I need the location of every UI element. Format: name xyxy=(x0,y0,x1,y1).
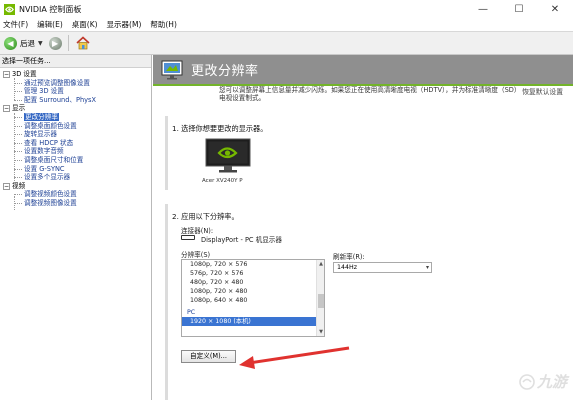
section1-title: 1. 选择你想要更改的显示器。 xyxy=(172,124,268,133)
resolution-option[interactable]: 1080p, 720 × 480 xyxy=(182,287,324,296)
scroll-thumb[interactable] xyxy=(318,294,324,308)
tree-item[interactable]: 调整桌面尺寸和位置 xyxy=(0,156,151,165)
section2-title: 2. 应用以下分辨率。 xyxy=(172,212,239,221)
menu-edit[interactable]: 编辑(E) xyxy=(37,19,63,30)
collapse-icon[interactable]: − xyxy=(3,182,10,190)
title-bar: NVIDIA 控制面板 — ☐ ✕ xyxy=(0,0,573,18)
tree-label: 查看 HDCP 状态 xyxy=(24,138,74,147)
resolution-scrollbar[interactable]: ▲ ▼ xyxy=(316,260,324,336)
menu-file[interactable]: 文件(F) xyxy=(3,19,28,30)
resolution-option[interactable]: 576p, 720 × 576 xyxy=(182,269,324,278)
tree-item[interactable]: 设置多个显示器 xyxy=(0,173,151,182)
minimize-button[interactable]: — xyxy=(465,0,501,18)
nvidia-logo-icon xyxy=(4,3,15,15)
resolution-option[interactable]: 1080p, 720 × 576 xyxy=(182,260,324,269)
tree-label: 更改分辨率 xyxy=(24,112,59,121)
watermark-text: 九游 xyxy=(536,373,567,391)
annotation-arrow-icon xyxy=(239,346,350,369)
back-dropdown-icon[interactable]: ▼ xyxy=(38,40,43,47)
back-button[interactable]: 后退 xyxy=(20,38,35,49)
tree-label: 3D 设置 xyxy=(12,70,37,78)
monitor-icon[interactable] xyxy=(205,138,251,174)
tree-label: 通过预览调整图像设置 xyxy=(24,78,90,87)
jiuyou-logo-icon xyxy=(519,373,535,390)
section-bar xyxy=(165,204,168,400)
home-icon[interactable] xyxy=(75,35,91,51)
select-display-section: 1. 选择你想要更改的显示器。 Acer XV240Y P xyxy=(165,116,521,190)
resolution-list[interactable]: 1080p, 720 × 576 576p, 720 × 576 480p, 720… xyxy=(181,259,325,337)
tree-item[interactable]: 调整视频图像设置 xyxy=(0,199,151,208)
refresh-rate-select[interactable]: 144Hz ▾ xyxy=(333,262,432,273)
scroll-up-icon[interactable]: ▲ xyxy=(317,260,324,268)
tree-label: 调整桌面颜色设置 xyxy=(24,121,77,130)
chevron-down-icon: ▾ xyxy=(425,264,429,271)
forward-arrow-icon[interactable]: ▶ xyxy=(48,36,62,50)
resolution-label: 分辨率(S) xyxy=(181,251,211,259)
toolbar: ◀ 后退 ▼ ▶ xyxy=(0,31,573,55)
tree-item[interactable]: 设置数字音频 xyxy=(0,147,151,156)
maximize-button[interactable]: ☐ xyxy=(501,0,537,18)
tree-item[interactable]: 管理 3D 设置 xyxy=(0,87,151,96)
resolution-option[interactable]: 1080p, 640 × 480 xyxy=(182,296,324,305)
customize-button[interactable]: 自定义(M)... xyxy=(181,350,236,363)
resolution-option[interactable]: 480p, 720 × 480 xyxy=(182,278,324,287)
window-title: NVIDIA 控制面板 xyxy=(19,4,82,14)
tree-label: 调整视频图像设置 xyxy=(24,198,77,207)
refresh-rate-value: 144Hz xyxy=(337,264,358,271)
menu-bar: 文件(F) 编辑(E) 桌面(K) 显示器(M) 帮助(H) xyxy=(0,18,573,31)
refresh-rate-label: 刷新率(R): xyxy=(333,253,365,261)
tree-item[interactable]: 旋转显示器 xyxy=(0,130,151,139)
menu-help[interactable]: 帮助(H) xyxy=(150,19,177,30)
displayport-icon xyxy=(181,235,195,240)
tree-label: 调整桌面尺寸和位置 xyxy=(24,155,84,164)
page-description: 您可以调整屏幕上信息量并减少闪烁。如果您正在使用高清晰度电视（HDTV），并为标… xyxy=(219,86,518,103)
tree-label: 管理 3D 设置 xyxy=(24,87,64,96)
tree-item[interactable]: 调整桌面颜色设置 xyxy=(0,122,151,131)
display-settings-icon xyxy=(161,60,183,79)
scroll-down-icon[interactable]: ▼ xyxy=(317,328,324,336)
page-title: 更改分辨率 xyxy=(191,64,259,79)
tree-item[interactable]: 设置 G-SYNC xyxy=(0,165,151,174)
tree-label: 调整视频颜色设置 xyxy=(24,190,77,199)
monitor-name: Acer XV240Y P xyxy=(202,178,243,184)
page-header: 更改分辨率 xyxy=(153,55,573,86)
tree-item[interactable]: 调整视频颜色设置 xyxy=(0,190,151,199)
apply-resolution-section: 2. 应用以下分辨率。 连接器(N): DisplayPort - PC 机显示… xyxy=(165,204,521,400)
tree-label: 配置 Surround、PhysX xyxy=(24,95,96,104)
restore-defaults-link[interactable]: 恢复默认设置 xyxy=(522,86,563,96)
connector-value: DisplayPort - PC 机显示器 xyxy=(201,236,282,244)
tree-category[interactable]: − 显示 xyxy=(0,104,151,113)
task-tree: −3D 设置 通过预览调整图像设置 管理 3D 设置 配置 Surround、Phys… xyxy=(0,68,151,210)
close-button[interactable]: ✕ xyxy=(537,0,573,18)
toolbar-separator xyxy=(67,35,69,51)
tree-item[interactable]: 通过预览调整图像设置 xyxy=(0,79,151,88)
back-arrow-icon[interactable]: ◀ xyxy=(4,36,17,50)
tree-label: 显示 xyxy=(12,104,26,113)
tree-item[interactable]: 查看 HDCP 状态 xyxy=(0,139,151,148)
collapse-icon[interactable]: − xyxy=(3,71,10,78)
content-area: 恢复默认设置 您可以调整屏幕上信息量并减少闪烁。如果您正在使用高清晰度电视（HD… xyxy=(153,86,573,400)
content-panel: 更改分辨率 恢复默认设置 您可以调整屏幕上信息量并减少闪烁。如果您正在使用高清晰… xyxy=(153,55,573,400)
tree-label: 设置 G-SYNC xyxy=(24,164,65,173)
tree-label: 设置多个显示器 xyxy=(24,173,71,182)
tree-label: 设置数字音频 xyxy=(24,147,64,156)
tree-label: 视频 xyxy=(12,181,26,190)
section-bar xyxy=(165,116,168,190)
tree-category[interactable]: −3D 设置 xyxy=(0,70,151,79)
resolution-group-label: PC xyxy=(187,309,196,316)
menu-desktop[interactable]: 桌面(K) xyxy=(72,19,98,30)
tree-label: 旋转显示器 xyxy=(24,130,57,139)
collapse-icon[interactable]: − xyxy=(3,105,10,113)
menu-display[interactable]: 显示器(M) xyxy=(107,19,142,30)
task-panel-header: 选择一项任务... xyxy=(0,55,151,68)
watermark: 九游 xyxy=(519,371,567,392)
tree-item[interactable]: 配置 Surround、PhysX xyxy=(0,96,151,105)
resolution-option[interactable]: 1920 × 1080 (本机) xyxy=(182,317,324,326)
task-panel: 选择一项任务... −3D 设置 通过预览调整图像设置 管理 3D 设置 配置 Sur… xyxy=(0,55,152,400)
tree-item[interactable]: 更改分辨率 xyxy=(0,112,151,122)
